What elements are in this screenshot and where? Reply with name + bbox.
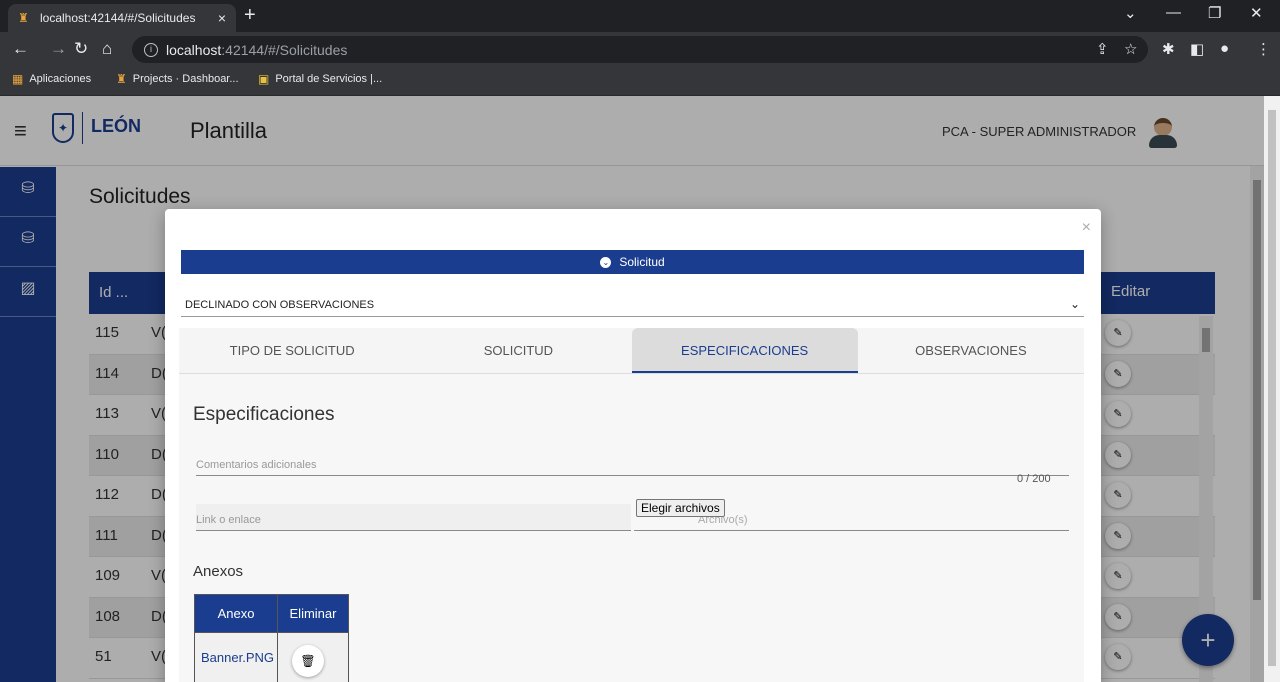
bookmark-portal[interactable]: ▣ Portal de Servicios |... <box>258 72 382 86</box>
app-viewport: ≡ ✦ LEÓN Plantilla PCA - SUPER ADMINISTR… <box>0 96 1280 682</box>
url-path: :42144/#/Solicitudes <box>221 41 348 58</box>
profile-icon[interactable]: ● <box>1220 40 1229 57</box>
restore-icon[interactable]: ❐ <box>1208 4 1221 22</box>
back-icon[interactable]: ← <box>12 39 29 59</box>
reload-icon[interactable]: ↻ <box>74 39 88 59</box>
tab-especificaciones[interactable]: ESPECIFICACIONES <box>631 328 858 373</box>
tab-solicitud[interactable]: SOLICITUD <box>405 328 631 373</box>
tabs: TIPO DE SOLICITUD SOLICITUD ESPECIFICACI… <box>179 328 1084 374</box>
comments-placeholder: Comentarios adicionales <box>196 459 317 471</box>
tab-observaciones[interactable]: OBSERVACIONES <box>858 328 1084 373</box>
bookmark-apps[interactable]: ▦ Aplicaciones <box>12 72 91 86</box>
solicitud-banner[interactable]: ⌄ Solicitud <box>181 250 1084 274</box>
tab-title: localhost:42144/#/Solicitudes <box>40 11 196 25</box>
section-title: Especificaciones <box>193 404 335 425</box>
bookmarks-bar: ▦ Aplicaciones ♜ Projects · Dashboar... … <box>0 66 1280 96</box>
chevron-down-icon: ⌄ <box>1069 297 1080 311</box>
browser-tab[interactable]: ♜ localhost:42144/#/Solicitudes × <box>8 4 236 32</box>
url-host: localhost <box>166 41 222 58</box>
status-value: DECLINADO CON OBSERVACIONES <box>185 299 375 311</box>
close-icon[interactable]: × <box>1082 219 1091 237</box>
banner-label: Solicitud <box>619 255 665 269</box>
solicitud-modal: × ⌄ Solicitud DECLINADO CON OBSERVACIONE… <box>165 209 1101 682</box>
share-icon[interactable]: ⇪ <box>1096 40 1109 58</box>
status-select[interactable]: DECLINADO CON OBSERVACIONES ⌄ <box>181 291 1084 317</box>
tab-close-icon[interactable]: × <box>218 10 226 26</box>
extensions-icon[interactable]: ✱ <box>1162 40 1175 58</box>
tab-tipo-de-solicitud[interactable]: TIPO DE SOLICITUD <box>179 328 405 373</box>
char-counter: 0 / 200 <box>1017 473 1051 485</box>
portal-icon: ▣ <box>258 72 270 86</box>
anexos-table: Anexo Eliminar Banner.PNG 🗑 <box>194 594 349 682</box>
page-scrollbar[interactable] <box>1264 96 1280 682</box>
anexo-header: Anexo <box>195 595 278 632</box>
bookmark-label: Portal de Servicios |... <box>275 73 383 85</box>
tab-search-icon[interactable]: ⌄ <box>1124 4 1137 22</box>
apps-grid-icon: ▦ <box>12 72 24 86</box>
link-field[interactable]: Link o enlace <box>196 504 631 531</box>
new-tab-button[interactable]: + <box>244 4 256 26</box>
site-info-icon[interactable]: i <box>144 42 158 57</box>
bookmark-label: Projects · Dashboar... <box>132 73 239 85</box>
eliminar-header: Eliminar <box>289 606 337 621</box>
bookmark-star-icon[interactable]: ☆ <box>1124 40 1137 58</box>
home-icon[interactable]: ⌂ <box>102 39 112 59</box>
url-input[interactable]: i localhost :42144/#/Solicitudes <box>132 36 1148 63</box>
close-window-icon[interactable]: ✕ <box>1250 4 1263 22</box>
table-row: Banner.PNG 🗑 <box>195 633 348 682</box>
menu-dots-icon[interactable]: ⋮ <box>1256 40 1271 58</box>
bookmark-projects[interactable]: ♜ Projects · Dashboar... <box>116 72 239 86</box>
anexo-link[interactable]: Banner.PNG <box>195 633 278 682</box>
project-icon: ♜ <box>116 72 127 86</box>
trash-icon: 🗑 <box>300 654 316 668</box>
forward-icon[interactable]: → <box>50 39 67 59</box>
delete-button[interactable]: 🗑 <box>292 645 324 677</box>
choose-files-button[interactable]: Elegir archivos <box>636 499 725 517</box>
link-placeholder: Link o enlace <box>196 514 261 526</box>
anexos-title: Anexos <box>193 563 244 580</box>
address-bar: ← → ↻ ⌂ i localhost :42144/#/Solicitudes… <box>0 32 1280 66</box>
favicon-icon: ♜ <box>18 11 29 25</box>
browser-tab-strip: ♜ localhost:42144/#/Solicitudes × + ⌄ — … <box>0 0 1280 32</box>
side-panel-icon[interactable]: ◧ <box>1190 40 1204 58</box>
chevron-down-icon: ⌄ <box>600 256 612 268</box>
especificaciones-panel: Especificaciones Comentarios adicionales… <box>179 374 1084 682</box>
comments-field[interactable]: Comentarios adicionales <box>196 452 1069 476</box>
bookmark-label: Aplicaciones <box>29 73 92 85</box>
anexos-header: Anexo Eliminar <box>195 595 348 633</box>
minimize-icon[interactable]: — <box>1166 4 1181 21</box>
